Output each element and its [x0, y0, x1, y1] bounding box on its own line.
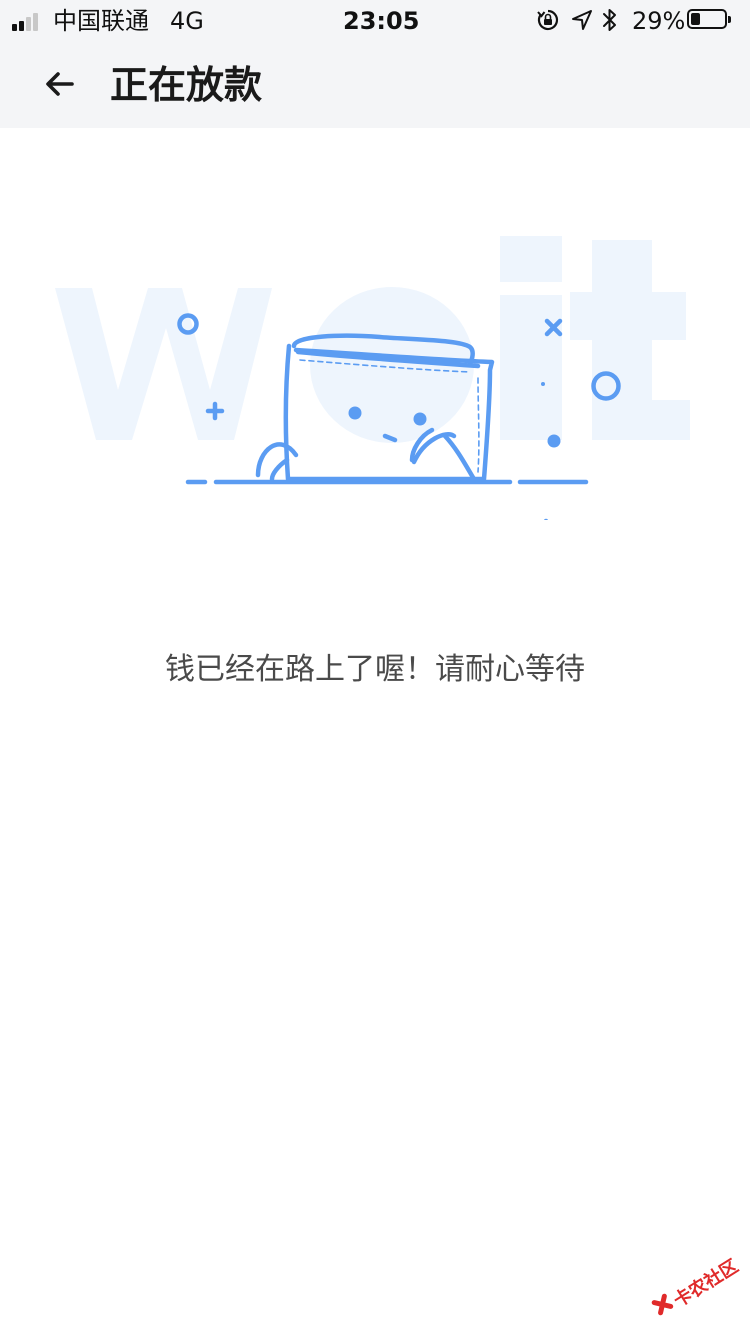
location-arrow-icon — [572, 10, 592, 30]
battery-icon — [687, 9, 731, 31]
background-wait-word — [55, 236, 690, 443]
waiting-illustration — [0, 200, 750, 524]
back-button[interactable] — [36, 62, 84, 110]
network-type: 4G — [170, 7, 204, 35]
wallet-character-icon — [55, 236, 690, 524]
navigation-header: 中国联通 4G 23:05 29% 正在放款 — [0, 0, 750, 128]
clock-time: 23:05 — [343, 7, 420, 35]
watermark-badge-icon: 卡农社区 — [647, 1248, 747, 1325]
signal-icon — [12, 11, 48, 31]
battery-percentage: 29% — [632, 7, 686, 35]
status-bar: 中国联通 4G 23:05 29% — [0, 0, 750, 40]
orientation-lock-icon — [537, 9, 559, 31]
bluetooth-icon — [603, 9, 616, 31]
carrier-name: 中国联通 — [53, 7, 149, 35]
waiting-message: 钱已经在路上了喔！请耐心等待 — [165, 652, 585, 687]
page-title: 正在放款 — [110, 63, 263, 107]
back-arrow-icon — [46, 72, 74, 96]
watermark-logo: 卡农社区 — [640, 1238, 750, 1328]
